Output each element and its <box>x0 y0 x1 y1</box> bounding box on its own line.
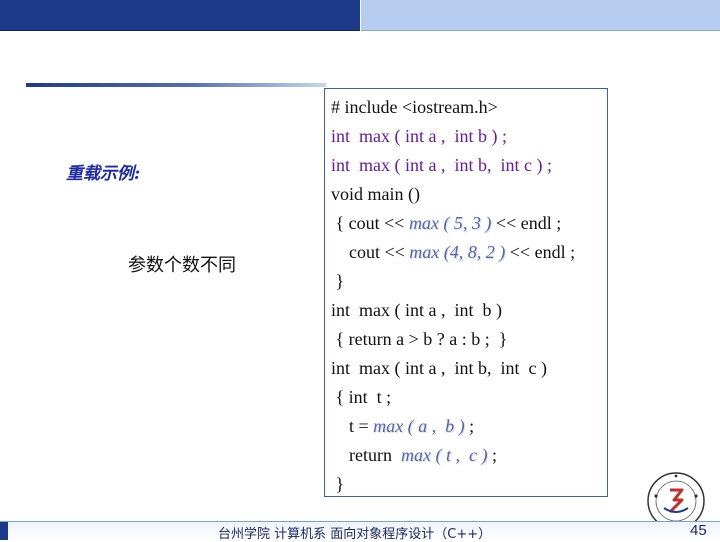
header-bar-dark <box>0 0 360 31</box>
code-line-decl-3: int max ( int a , int b, int c ) ; <box>331 155 552 175</box>
header-bar-light <box>361 0 720 31</box>
code-line-return-2: { return a > b ? a : b ; } <box>331 329 508 349</box>
code-call: max (4, 8, 2 ) <box>409 242 506 262</box>
footer-accent <box>0 522 8 540</box>
title-underline <box>26 83 326 87</box>
code-text: << endl ; <box>505 242 576 262</box>
code-line-cout-1: { cout << max ( 5, 3 ) << endl ; <box>331 211 562 235</box>
footer-text: 台州学院 计算机系 面向对象程序设计（C++） <box>218 527 492 542</box>
code-text: { cout << <box>331 213 409 233</box>
code-text: ; <box>487 445 497 465</box>
slide-subtitle: 参数个数不同 <box>128 255 236 276</box>
code-text: << endl ; <box>491 213 562 233</box>
code-text: ; <box>464 416 475 436</box>
code-text: t = <box>331 416 374 436</box>
code-line-def-3: int max ( int a , int b, int c ) <box>331 358 547 378</box>
code-call: max ( t , c ) <box>400 445 488 465</box>
code-line-decl-2: int max ( int a , int b ) ; <box>331 126 507 146</box>
code-call: max ( 5, 3 ) <box>408 213 492 233</box>
code-text: return <box>331 445 401 465</box>
page-number: 45 <box>690 522 707 539</box>
code-line-include: # include <iostream.h> <box>331 97 498 117</box>
code-line-def-2: int max ( int a , int b ) <box>331 300 502 320</box>
code-line-main: void main () <box>331 184 420 204</box>
code-line-close-def: } <box>331 474 345 494</box>
code-line-assign: t = max ( a , b ) ; <box>331 414 474 438</box>
code-text: cout << <box>331 242 410 262</box>
code-line-cout-2: cout << max (4, 8, 2 ) << endl ; <box>331 240 575 264</box>
code-line-int-t: { int t ; <box>331 387 392 407</box>
code-line-close-main: } <box>331 271 345 291</box>
code-line-return-3: return max ( t , c ) ; <box>331 443 497 467</box>
slide-title: 重载示例: <box>66 164 141 184</box>
code-call: max ( a , b ) <box>373 416 465 436</box>
